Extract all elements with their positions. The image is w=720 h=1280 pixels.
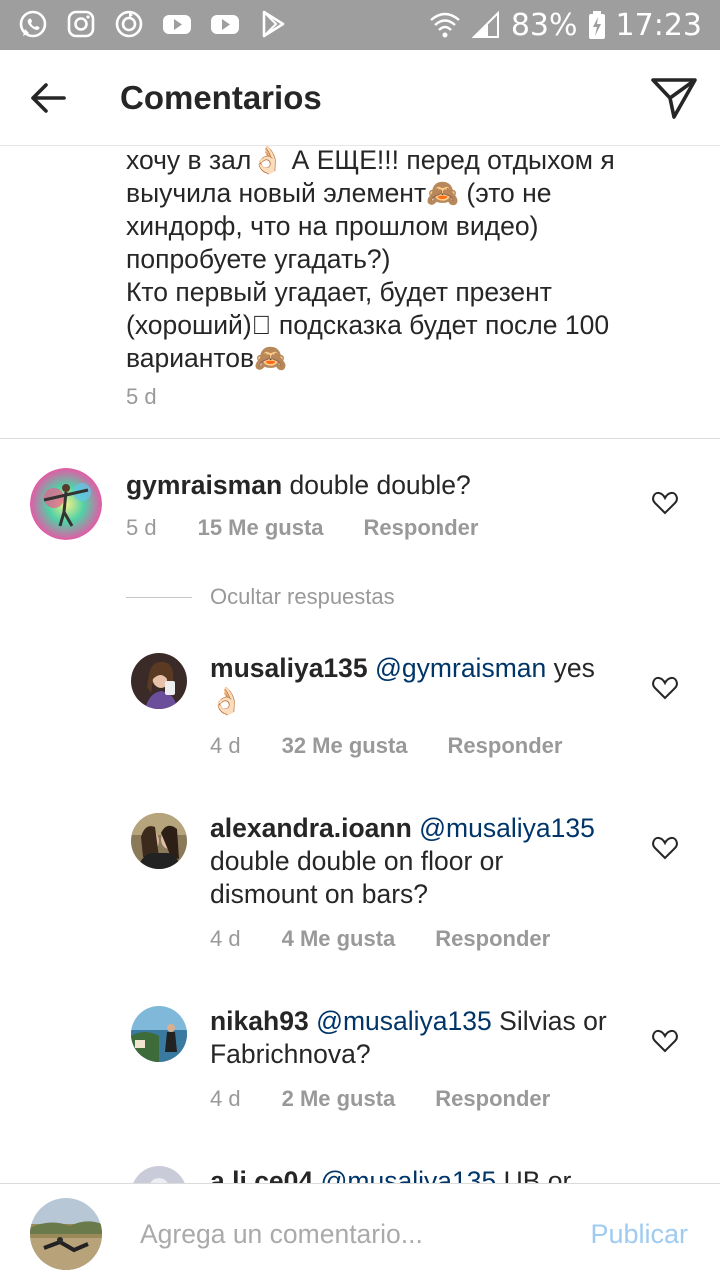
paper-plane-icon[interactable] <box>650 76 698 120</box>
heart-icon[interactable] <box>652 1029 678 1053</box>
wifi-icon <box>430 12 460 38</box>
reply-button[interactable]: Responder <box>435 926 550 952</box>
comment-text: gymraisman double double? <box>126 469 626 502</box>
comment-input[interactable] <box>140 1214 560 1254</box>
comment-body: 👌🏻 <box>210 686 243 716</box>
comment-body: Silvias or <box>499 1006 607 1036</box>
heart-icon[interactable] <box>652 676 678 700</box>
comment-time: 4 d <box>210 926 241 951</box>
hide-replies-label[interactable]: Ocultar respuestas <box>210 584 395 610</box>
arrow-left-icon[interactable] <box>28 78 68 118</box>
comment-body: double double on floor or <box>210 846 504 876</box>
clock: 17:23 <box>615 7 702 43</box>
mention-link[interactable]: @musaliya135 <box>316 1006 492 1036</box>
caption-line: (хороший)🏻 подсказка будет после 100 <box>126 310 610 340</box>
comment-text: alexandra.ioann @musaliya135 double doub… <box>210 812 640 911</box>
page-title: Comentarios <box>120 79 322 116</box>
whatsapp-icon <box>19 10 47 38</box>
avatar <box>30 1198 102 1270</box>
comment-meta: 5 d 15 Me gusta Responder <box>126 515 478 541</box>
comment-body: double double? <box>289 470 471 500</box>
comment-time: 5 d <box>126 515 157 540</box>
likes-count[interactable]: 32 Me gusta <box>282 733 408 759</box>
comment-username[interactable]: musaliya135 <box>210 653 368 683</box>
divider <box>0 438 720 439</box>
battery-percentage: 83% <box>510 7 578 43</box>
caption-timestamp: 5 d <box>126 384 157 409</box>
comment-body: yes <box>553 653 595 683</box>
top-app-bar: Comentarios <box>0 50 720 146</box>
mention-link[interactable]: @gymraisman <box>375 653 546 683</box>
caption-line: хиндорф, что на прошлом видео) <box>126 211 539 241</box>
avatar[interactable] <box>30 468 102 540</box>
caption-line: хочу в зал👌🏻 А ЕЩЕ!!! перед отдыхом я <box>126 145 615 175</box>
likes-count[interactable]: 15 Me gusta <box>198 515 324 541</box>
publish-button[interactable]: Publicar <box>590 1219 688 1250</box>
sync-icon <box>115 10 143 38</box>
youtube-icon <box>211 15 239 34</box>
youtube-icon <box>163 15 191 34</box>
avatar[interactable] <box>131 653 187 709</box>
comment-text: musaliya135 @gymraisman yes 👌🏻 <box>210 652 640 718</box>
battery-charging-icon <box>588 11 605 39</box>
comment-time: 4 d <box>210 1086 241 1111</box>
comment-body: Fabrichnova? <box>210 1039 371 1069</box>
comment-meta: 4 d 32 Me gusta Responder <box>210 733 562 759</box>
comment-meta: 4 d 2 Me gusta Responder <box>210 1086 550 1112</box>
status-bar: 83% 17:23 <box>0 0 720 50</box>
caption-line: Кто первый угадает, будет презент <box>126 277 552 307</box>
divider <box>126 596 192 598</box>
heart-icon[interactable] <box>652 491 678 515</box>
comment-time: 4 d <box>210 733 241 758</box>
play-store-icon <box>262 10 285 38</box>
likes-count[interactable]: 4 Me gusta <box>282 926 396 952</box>
caption-line: выучила новый элемент🙈 (это не <box>126 178 552 208</box>
avatar[interactable] <box>131 1006 187 1062</box>
comment-meta: 4 d 4 Me gusta Responder <box>210 926 550 952</box>
comment-composer: Publicar <box>0 1183 720 1280</box>
caption-line: попробуете угадать?) <box>126 244 391 274</box>
reply-button[interactable]: Responder <box>448 733 563 759</box>
comment-username[interactable]: alexandra.ioann <box>210 813 412 843</box>
comment-username[interactable]: gymraisman <box>126 470 282 500</box>
heart-icon[interactable] <box>652 836 678 860</box>
likes-count[interactable]: 2 Me gusta <box>282 1086 396 1112</box>
reply-button[interactable]: Responder <box>364 515 479 541</box>
comment-body: dismount on bars? <box>210 879 429 909</box>
post-caption: хочу в зал👌🏻 А ЕЩЕ!!! перед отдыхом я вы… <box>126 144 696 375</box>
hide-replies-toggle[interactable]: Ocultar respuestas <box>126 584 395 610</box>
instagram-icon <box>67 10 95 38</box>
mention-link[interactable]: @musaliya135 <box>419 813 595 843</box>
caption-line: вариантов🙈 <box>126 343 288 373</box>
comment-username[interactable]: nikah93 <box>210 1006 309 1036</box>
reply-button[interactable]: Responder <box>435 1086 550 1112</box>
comment-text: nikah93 @musaliya135 Silvias or Fabrichn… <box>210 1005 640 1071</box>
avatar[interactable] <box>131 813 187 869</box>
signal-icon <box>471 10 499 38</box>
